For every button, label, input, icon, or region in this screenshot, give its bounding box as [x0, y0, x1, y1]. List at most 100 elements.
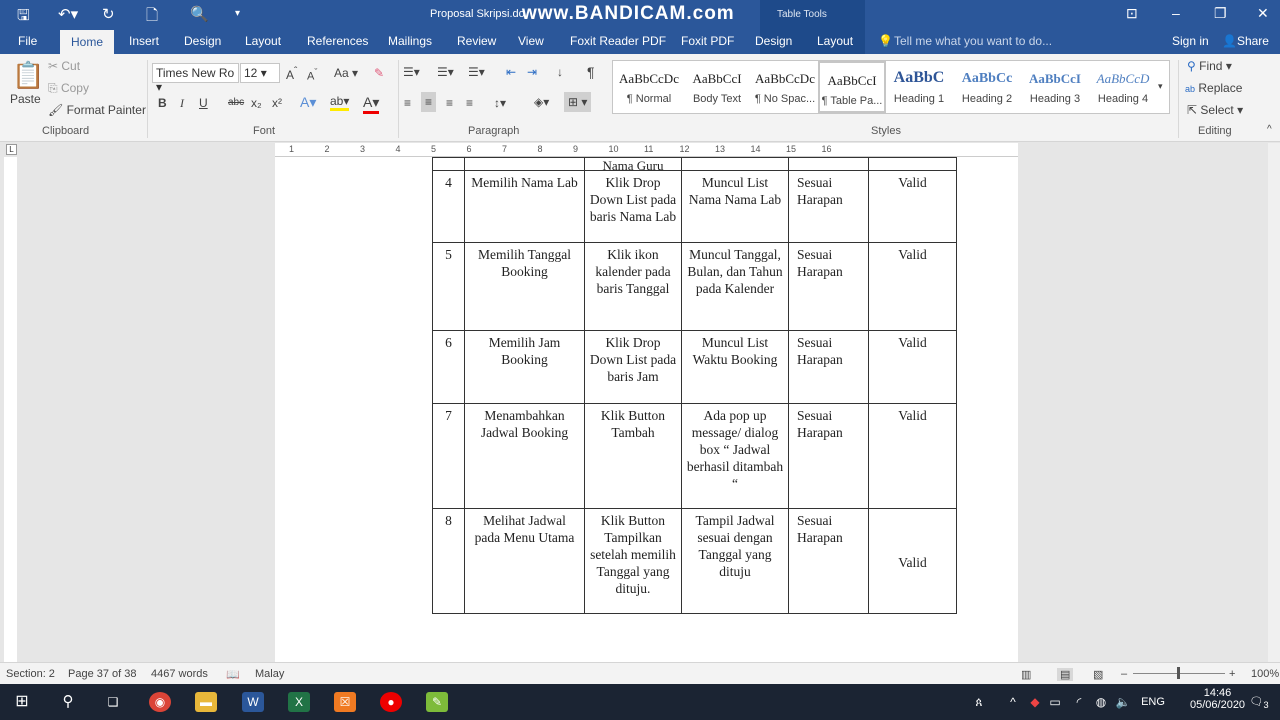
- tab-mailings[interactable]: Mailings: [388, 34, 432, 48]
- people-icon[interactable]: ጰ: [968, 692, 990, 712]
- volume-icon[interactable]: 🔈: [1112, 692, 1134, 712]
- style-heading-1[interactable]: AaBbC Heading 1: [885, 61, 953, 113]
- table-cell[interactable]: 5: [432, 242, 465, 331]
- format-painter-button[interactable]: 🖌 Format Painter: [48, 103, 146, 117]
- notepad-plus-icon[interactable]: ✎: [426, 692, 448, 712]
- style-no-spacing[interactable]: AaBbCcDc ¶ No Spac...: [751, 61, 819, 113]
- table-cell[interactable]: Muncul Tanggal, Bulan, dan Tahun pada Ka…: [681, 242, 789, 331]
- table-cell[interactable]: 4: [432, 170, 465, 243]
- clock[interactable]: 14:46 05/06/2020: [1190, 687, 1245, 711]
- collapse-ribbon-icon[interactable]: ^: [1267, 124, 1272, 135]
- print-layout-icon[interactable]: ▤: [1057, 668, 1074, 681]
- zoom-in-button[interactable]: +: [1229, 668, 1235, 680]
- paste-icon[interactable]: 📋: [12, 60, 44, 91]
- replace-button[interactable]: ab Replace: [1185, 81, 1242, 95]
- bold-button[interactable]: B: [158, 96, 167, 110]
- undo-icon[interactable]: ↶▾: [58, 5, 78, 23]
- bullets-icon[interactable]: ☰▾: [403, 65, 420, 79]
- find-button[interactable]: ⚲ Find ▾: [1187, 59, 1232, 73]
- proofing-icon[interactable]: 📖: [226, 668, 240, 681]
- tab-home[interactable]: Home: [60, 30, 114, 54]
- style-normal[interactable]: AaBbCcDc ¶ Normal: [615, 61, 683, 113]
- ribbon-display-icon[interactable]: ⊡: [1126, 5, 1138, 22]
- page-indicator[interactable]: Page 37 of 38: [68, 668, 137, 680]
- excel-icon[interactable]: X: [288, 692, 310, 712]
- vertical-scrollbar[interactable]: [1268, 143, 1280, 662]
- print-preview-icon[interactable]: 🔍: [190, 5, 209, 23]
- style-table-paragraph[interactable]: AaBbCcI ¶ Table Pa...: [818, 61, 886, 113]
- table-cell[interactable]: Sesuai Harapan: [788, 242, 869, 331]
- line-spacing-icon[interactable]: ↕▾: [494, 96, 506, 110]
- table-cell[interactable]: Klik Drop Down List pada baris Nama Lab: [584, 170, 682, 243]
- borders-icon[interactable]: ⊞ ▾: [564, 92, 592, 112]
- tell-me-search[interactable]: Tell me what you want to do...: [894, 34, 1052, 48]
- style-heading-3[interactable]: AaBbCcI Heading 3: [1021, 61, 1089, 113]
- sort-icon[interactable]: ↓: [557, 65, 563, 79]
- align-left-icon[interactable]: ≡: [404, 96, 411, 110]
- app-tray-icon[interactable]: ◍: [1090, 692, 1112, 712]
- table-cell[interactable]: Valid: [868, 242, 957, 331]
- share-button[interactable]: 👤Share: [1222, 34, 1269, 48]
- word-count[interactable]: 4467 words: [151, 668, 208, 680]
- tab-table-layout[interactable]: Layout: [817, 34, 853, 48]
- style-heading-2[interactable]: AaBbCc Heading 2: [953, 61, 1021, 113]
- tab-design[interactable]: Design: [184, 34, 221, 48]
- copy-button[interactable]: ⎘ Copy: [48, 81, 89, 96]
- section-indicator[interactable]: Section: 2: [6, 668, 55, 680]
- grow-font-icon[interactable]: Aˆ: [286, 66, 297, 82]
- xampp-icon[interactable]: ☒: [334, 692, 356, 712]
- battery-icon[interactable]: ▭: [1044, 692, 1066, 712]
- show-formatting-button[interactable]: ¶: [587, 64, 595, 80]
- web-layout-icon[interactable]: ▧: [1093, 668, 1103, 681]
- customize-toolbar-icon[interactable]: ▾: [235, 8, 240, 19]
- tab-references[interactable]: References: [307, 34, 368, 48]
- table-cell[interactable]: Valid: [868, 330, 957, 404]
- table-cell[interactable]: 7: [432, 403, 465, 509]
- tab-layout[interactable]: Layout: [245, 34, 281, 48]
- zoom-level[interactable]: 100%: [1251, 668, 1279, 680]
- table-cell[interactable]: Muncul List Waktu Booking: [681, 330, 789, 404]
- close-button[interactable]: ✕: [1257, 5, 1269, 22]
- tab-file[interactable]: File: [18, 34, 37, 48]
- test-table[interactable]: Nama Guru 4 Memilih Nama Lab Klik Drop Dow…: [432, 157, 957, 614]
- table-cell[interactable]: Klik ikon kalender pada baris Tanggal: [584, 242, 682, 331]
- table-cell[interactable]: Klik Drop Down List pada baris Jam: [584, 330, 682, 404]
- numbering-icon[interactable]: ☰▾: [437, 65, 454, 79]
- highlight-icon[interactable]: ab▾: [330, 94, 350, 111]
- table-cell[interactable]: Sesuai Harapan: [788, 170, 869, 243]
- zoom-out-button[interactable]: –: [1121, 668, 1127, 680]
- superscript-button[interactable]: x²: [272, 96, 282, 110]
- antivirus-icon[interactable]: ◆: [1024, 692, 1046, 712]
- minimize-button[interactable]: –: [1172, 5, 1180, 21]
- wifi-icon[interactable]: ◜: [1068, 692, 1090, 712]
- table-cell[interactable]: Muncul List Nama Nama Lab: [681, 170, 789, 243]
- table-cell[interactable]: Sesuai Harapan: [788, 330, 869, 404]
- language-indicator[interactable]: ENG: [1138, 692, 1168, 712]
- vertical-ruler[interactable]: [4, 157, 17, 662]
- table-cell[interactable]: Sesuai Harapan: [788, 508, 869, 614]
- horizontal-ruler[interactable]: 1 2 3 4 5 6 7 8 9 10 11 12 13 14 15 16: [275, 143, 1018, 157]
- table-cell[interactable]: Memilih Tanggal Booking: [464, 242, 585, 331]
- paste-button[interactable]: Paste: [10, 92, 41, 106]
- maximize-button[interactable]: ❐: [1214, 5, 1227, 22]
- underline-button[interactable]: U: [199, 96, 208, 110]
- table-cell[interactable]: 8: [432, 508, 465, 614]
- file-explorer-icon[interactable]: ▬: [195, 692, 217, 712]
- font-size-select[interactable]: 12 ▾: [240, 63, 280, 83]
- table-cell[interactable]: Menambahkan Jadwal Booking: [464, 403, 585, 509]
- table-cell[interactable]: Klik Button Tambah: [584, 403, 682, 509]
- table-cell[interactable]: Ada pop up message/ dialog box “ Jadwal …: [681, 403, 789, 509]
- align-right-icon[interactable]: ≡: [446, 96, 453, 110]
- table-cell[interactable]: Memilih Nama Lab: [464, 170, 585, 243]
- table-cell[interactable]: Melihat Jadwal pada Menu Utama: [464, 508, 585, 614]
- tab-selector[interactable]: L: [6, 144, 17, 155]
- table-cell[interactable]: Sesuai Harapan: [788, 403, 869, 509]
- text-effects-icon[interactable]: A▾: [300, 94, 316, 111]
- shading-icon[interactable]: ◈▾: [534, 95, 549, 109]
- clear-formatting-icon[interactable]: ✎: [374, 66, 384, 80]
- sign-in-link[interactable]: Sign in: [1172, 34, 1209, 48]
- decrease-indent-icon[interactable]: ⇤: [506, 65, 516, 79]
- styles-scroll-icon[interactable]: ▾: [1158, 81, 1163, 92]
- table-cell[interactable]: Valid: [868, 403, 957, 509]
- subscript-button[interactable]: x₂: [251, 96, 262, 110]
